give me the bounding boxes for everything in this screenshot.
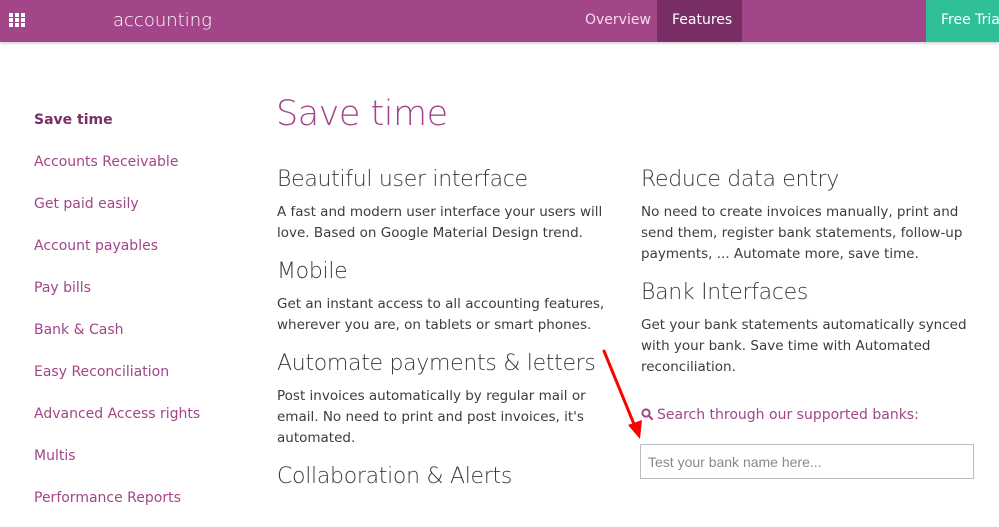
sidebar-item-get-paid-easily[interactable]: Get paid easily xyxy=(34,194,244,236)
feature-block: Reduce data entry No need to create invo… xyxy=(641,166,971,265)
sidebar-item-accounts-receivable[interactable]: Accounts Receivable xyxy=(34,152,244,194)
bank-search-input[interactable] xyxy=(640,444,974,479)
features-right-column: Reduce data entry No need to create invo… xyxy=(641,166,971,392)
sidebar-item-save-time[interactable]: Save time xyxy=(34,110,244,152)
search-icon xyxy=(641,408,654,421)
bank-search-label-text: Search through our supported banks: xyxy=(657,407,919,423)
sidebar-item-advanced-access-rights[interactable]: Advanced Access rights xyxy=(34,404,244,446)
nav-features[interactable]: Features xyxy=(657,0,742,42)
feature-text: Get an instant access to all accounting … xyxy=(277,296,605,333)
feature-text: A fast and modern user interface your us… xyxy=(277,204,603,241)
sidebar-item-performance-reports[interactable]: Performance Reports xyxy=(34,488,244,527)
features-left-column: Beautiful user interface A fast and mode… xyxy=(277,166,607,499)
page-title: Save time xyxy=(276,94,448,134)
sidebar-item-pay-bills[interactable]: Pay bills xyxy=(34,278,244,320)
feature-heading: Collaboration & Alerts xyxy=(277,464,512,489)
feature-heading: Automate payments & letters xyxy=(277,351,596,376)
nav-overview[interactable]: Overview xyxy=(570,0,657,42)
top-navbar: accounting Overview Features Free Trial xyxy=(0,0,999,42)
apps-grid-icon[interactable] xyxy=(9,13,25,27)
feature-text: No need to create invoices manually, pri… xyxy=(641,204,963,262)
sidebar-item-bank-cash[interactable]: Bank & Cash xyxy=(34,320,244,362)
brand-name[interactable]: accounting xyxy=(113,10,212,31)
feature-block: Beautiful user interface A fast and mode… xyxy=(277,166,607,244)
feature-text: Post invoices automatically by regular m… xyxy=(277,388,586,446)
feature-heading: Beautiful user interface xyxy=(277,167,528,192)
feature-heading: Bank Interfaces xyxy=(641,280,809,305)
feature-block: Mobile Get an instant access to all acco… xyxy=(277,258,607,336)
sidebar-item-multis[interactable]: Multis xyxy=(34,446,244,488)
sidebar-item-easy-reconciliation[interactable]: Easy Reconciliation xyxy=(34,362,244,404)
feature-text: Get your bank statements automatically s… xyxy=(641,317,967,375)
feature-heading: Reduce data entry xyxy=(641,167,839,192)
sidebar-nav: Save time Accounts Receivable Get paid e… xyxy=(34,110,244,527)
feature-block: Automate payments & letters Post invoice… xyxy=(277,350,607,449)
feature-block: Bank Interfaces Get your bank statements… xyxy=(641,279,971,378)
bank-search-label: Search through our supported banks: xyxy=(641,407,919,423)
feature-block: Collaboration & Alerts xyxy=(277,463,607,491)
sidebar-item-account-payables[interactable]: Account payables xyxy=(34,236,244,278)
free-trial-button[interactable]: Free Trial xyxy=(926,0,999,42)
feature-heading: Mobile xyxy=(277,259,348,284)
